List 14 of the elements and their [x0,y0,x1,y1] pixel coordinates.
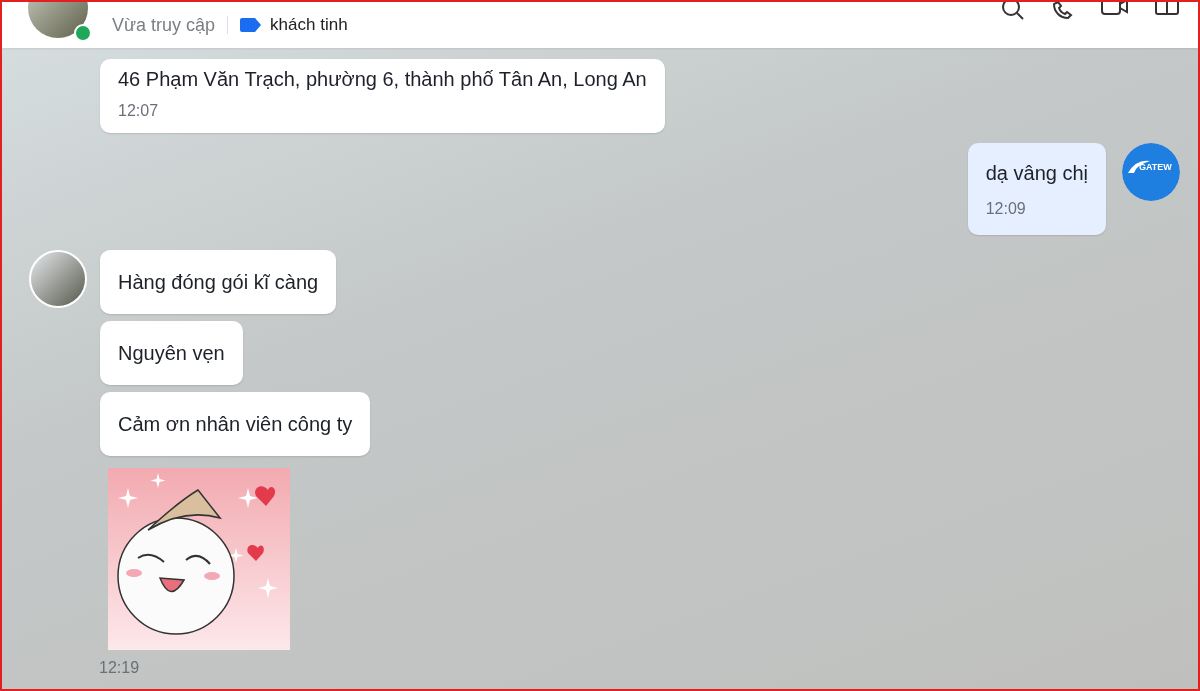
message-text: 46 Phạm Văn Trạch, phường 6, thành phố Tân An, Long An [118,67,647,92]
tag-icon[interactable] [240,18,263,32]
message-time: 12:09 [985,199,1027,219]
message-text: dạ vâng chị [985,161,1088,186]
logo-text: GATEW [1139,162,1172,172]
status-text: Vừa truy cập [112,14,216,36]
tag-label[interactable]: khách tinh [270,15,348,35]
message-time: 12:19 [99,658,141,678]
message-time: 12:07 [118,101,160,121]
message-text: Cảm ơn nhân viên công ty [118,412,353,437]
message-text: Nguyên vẹn [118,341,225,366]
avatar-photo[interactable] [29,250,87,308]
company-logo-avatar[interactable]: GATEW [1122,143,1180,201]
message-text: Hàng đóng gói kĩ càng [118,270,319,295]
